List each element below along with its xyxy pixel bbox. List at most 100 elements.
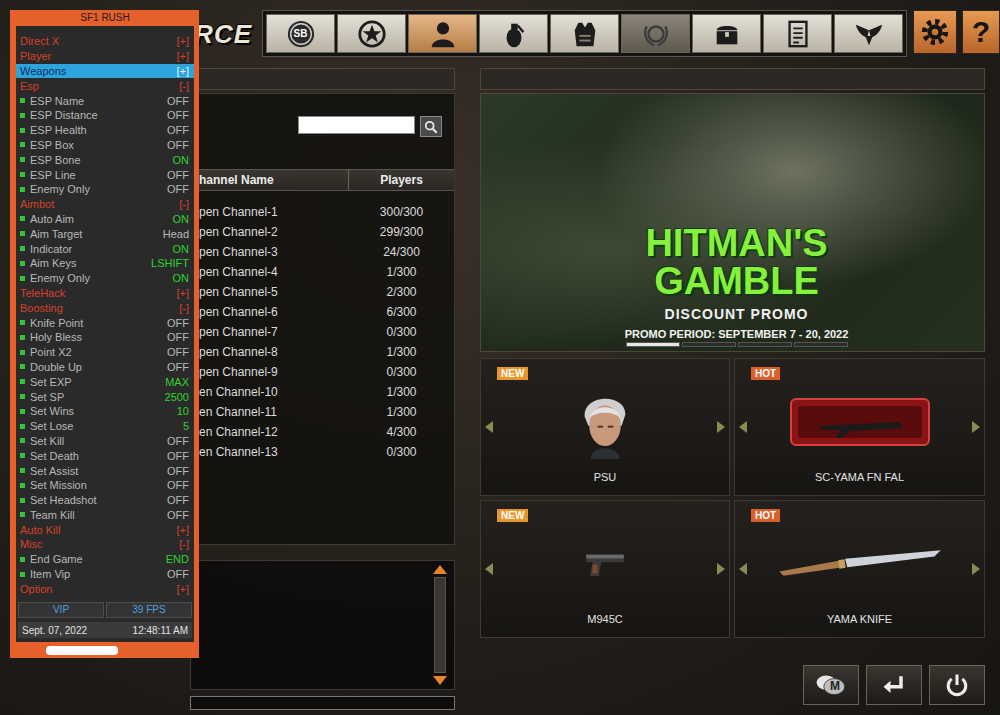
- pager-dot[interactable]: [738, 342, 792, 347]
- menu-option[interactable]: Holy BlessOFF: [16, 330, 194, 345]
- channel-row[interactable]: en Channel-111/300: [191, 402, 454, 422]
- menu-section[interactable]: Auto Kill[+]: [16, 522, 194, 537]
- menu-option[interactable]: Set EXPMAX: [16, 374, 194, 389]
- settings-button[interactable]: [913, 10, 957, 54]
- search-row: [191, 94, 454, 166]
- menu-option[interactable]: ESP BoneON: [16, 152, 194, 167]
- toolbar-tab[interactable]: SB: [266, 14, 335, 53]
- system-buttons: ?: [913, 10, 1000, 54]
- shop-card[interactable]: HOTYAMA KNIFE: [734, 500, 985, 638]
- help-button[interactable]: ?: [962, 10, 1000, 54]
- menu-option[interactable]: ESP NameOFF: [16, 93, 194, 108]
- channel-row[interactable]: pen Channel-41/300: [191, 262, 454, 282]
- menu-section[interactable]: Esp[-]: [16, 78, 194, 93]
- menu-option[interactable]: Set HeadshotOFF: [16, 493, 194, 508]
- item-name: SC-YAMA FN FAL: [815, 469, 904, 495]
- scroll-up-icon[interactable]: [433, 565, 447, 574]
- channel-row[interactable]: pen Channel-52/300: [191, 282, 454, 302]
- menu-option[interactable]: Enemy OnlyOFF: [16, 182, 194, 197]
- column-header[interactable]: hannel Name: [191, 170, 349, 190]
- menu-option[interactable]: Team KillOFF: [16, 508, 194, 523]
- menu-option[interactable]: Auto AimON: [16, 212, 194, 227]
- next-arrow-icon[interactable]: [972, 563, 980, 575]
- previous-arrow-icon[interactable]: [739, 421, 747, 433]
- menu-option[interactable]: ESP DistanceOFF: [16, 108, 194, 123]
- exit-button[interactable]: [929, 665, 985, 705]
- pager-dot[interactable]: [682, 342, 736, 347]
- menu-option[interactable]: End GameEND: [16, 552, 194, 567]
- menu-option[interactable]: Set DeathOFF: [16, 448, 194, 463]
- previous-arrow-icon[interactable]: [739, 563, 747, 575]
- channel-row[interactable]: pen Channel-70/300: [191, 322, 454, 342]
- menu-option[interactable]: ESP HealthOFF: [16, 123, 194, 138]
- menu-option[interactable]: ESP LineOFF: [16, 167, 194, 182]
- chat-log: [191, 561, 429, 689]
- channel-row[interactable]: pen Channel-2299/300: [191, 222, 454, 242]
- previous-arrow-icon[interactable]: [485, 563, 493, 575]
- channel-row[interactable]: en Channel-130/300: [191, 442, 454, 462]
- item-badge: NEW: [497, 367, 528, 380]
- next-arrow-icon[interactable]: [717, 563, 725, 575]
- menu-option[interactable]: Aim KeysLSHIFT: [16, 256, 194, 271]
- scroll-down-icon[interactable]: [433, 676, 447, 685]
- menu-option[interactable]: Item VipOFF: [16, 567, 194, 582]
- menu-option[interactable]: Set SP2500: [16, 389, 194, 404]
- channel-row[interactable]: pen Channel-324/300: [191, 242, 454, 262]
- toolbar-tab[interactable]: [692, 14, 761, 53]
- bullet-icon: [20, 364, 25, 369]
- scroll-track[interactable]: [434, 577, 446, 673]
- menu-option[interactable]: Point X2OFF: [16, 345, 194, 360]
- menu-option[interactable]: Aim TargetHead: [16, 226, 194, 241]
- toolbar-tab[interactable]: [550, 14, 619, 53]
- menu-option[interactable]: IndicatorON: [16, 241, 194, 256]
- chat-input-row: [190, 693, 455, 705]
- menu-option[interactable]: Set AssistOFF: [16, 463, 194, 478]
- promo-banner[interactable]: HITMAN'S GAMBLEDISCOUNT PROMOPROMO PERIO…: [480, 93, 985, 352]
- menu-section[interactable]: Player[+]: [16, 49, 194, 64]
- menu-option[interactable]: Knife PointOFF: [16, 315, 194, 330]
- shop-card[interactable]: NEWPSU: [480, 358, 730, 496]
- bullet-icon: [20, 172, 25, 177]
- pager-dot[interactable]: [794, 342, 848, 347]
- next-arrow-icon[interactable]: [717, 421, 725, 433]
- toolbar-tab[interactable]: [479, 14, 548, 53]
- menu-section[interactable]: Direct X[+]: [16, 34, 194, 49]
- channel-row[interactable]: pen Channel-66/300: [191, 302, 454, 322]
- menu-option[interactable]: Enemy OnlyON: [16, 271, 194, 286]
- channel-row[interactable]: en Channel-101/300: [191, 382, 454, 402]
- channel-row[interactable]: pen Channel-1300/300: [191, 202, 454, 222]
- shop-grid: NEWPSUHOTSC-YAMA FN FALNEWM945CHOTYAMA K…: [480, 358, 985, 638]
- messenger-button[interactable]: M: [803, 665, 859, 705]
- pager-dot[interactable]: [626, 342, 680, 347]
- menu-section[interactable]: Option[+]: [16, 581, 194, 596]
- previous-arrow-icon[interactable]: [485, 421, 493, 433]
- toolbar-tab[interactable]: [763, 14, 832, 53]
- column-header[interactable]: Players: [349, 173, 454, 187]
- channel-row[interactable]: en Channel-124/300: [191, 422, 454, 442]
- menu-option[interactable]: Set KillOFF: [16, 434, 194, 449]
- toolbar-tab[interactable]: [337, 14, 406, 53]
- next-arrow-icon[interactable]: [972, 421, 980, 433]
- toolbar-tab[interactable]: [408, 14, 477, 53]
- toolbar-tab[interactable]: [621, 14, 690, 53]
- menu-section[interactable]: TeleHack[+]: [16, 286, 194, 301]
- menu-option[interactable]: Set Lose5: [16, 419, 194, 434]
- search-button[interactable]: [420, 116, 442, 137]
- menu-option[interactable]: Double UpOFF: [16, 360, 194, 375]
- back-button[interactable]: [866, 665, 922, 705]
- menu-section[interactable]: Weapons[+]: [16, 64, 194, 79]
- chat-input[interactable]: [190, 696, 455, 710]
- shop-card[interactable]: HOTSC-YAMA FN FAL: [734, 358, 985, 496]
- menu-option[interactable]: ESP BoxOFF: [16, 138, 194, 153]
- toolbar-tab[interactable]: [834, 14, 903, 53]
- shop-card[interactable]: NEWM945C: [480, 500, 730, 638]
- menu-option[interactable]: Set MissionOFF: [16, 478, 194, 493]
- channel-row[interactable]: pen Channel-90/300: [191, 362, 454, 382]
- search-input[interactable]: [298, 116, 415, 134]
- channel-row[interactable]: pen Channel-81/300: [191, 342, 454, 362]
- menu-section[interactable]: Boosting[-]: [16, 300, 194, 315]
- chat-scrollbar[interactable]: [429, 561, 451, 689]
- menu-section[interactable]: Misc[-]: [16, 537, 194, 552]
- menu-option[interactable]: Set Wins10: [16, 404, 194, 419]
- menu-section[interactable]: Aimbot[-]: [16, 197, 194, 212]
